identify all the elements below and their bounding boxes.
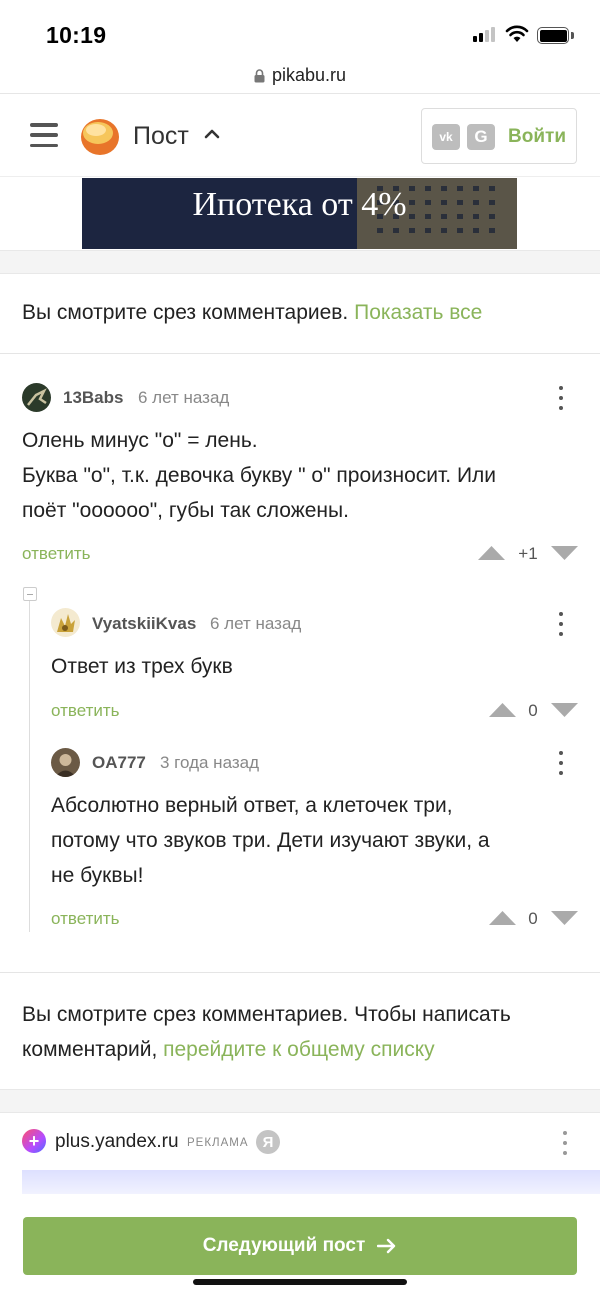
home-indicator[interactable] xyxy=(193,1279,407,1285)
comment-text: Абсолютно верный ответ, а клеточек три, … xyxy=(51,788,581,893)
reply-button[interactable]: ответить xyxy=(51,909,120,929)
comment-line: не буквы! xyxy=(51,864,144,887)
comment-score: 0 xyxy=(528,701,538,720)
more-vertical-icon[interactable] xyxy=(558,386,564,410)
slice-notice-bottom: Вы смотрите срез комментариев. Чтобы нап… xyxy=(22,997,582,1067)
arrow-right-icon xyxy=(377,1238,396,1254)
wifi-icon xyxy=(505,25,529,42)
vk-icon[interactable]: vk xyxy=(432,124,460,150)
slice-notice-line: Вы смотрите срез комментариев. Чтобы нап… xyxy=(22,1003,511,1026)
slice-notice-top: Вы смотрите срез комментариев. Показать … xyxy=(22,295,482,330)
status-time: 10:19 xyxy=(46,22,107,48)
go-to-all-comments-link[interactable]: перейдите к общему списку xyxy=(163,1038,435,1061)
divider xyxy=(0,972,600,973)
next-post-label: Следующий пост xyxy=(202,1235,366,1256)
reply-button[interactable]: ответить xyxy=(51,701,120,721)
slice-notice-line: комментарий, перейдите к общему списку xyxy=(22,1032,582,1067)
comment-time: 6 лет назад xyxy=(210,614,302,633)
comment-line: Абсолютно верный ответ, а клеточек три, xyxy=(51,794,453,817)
more-vertical-icon[interactable] xyxy=(558,612,564,636)
ad-image-strip[interactable] xyxy=(22,1170,600,1194)
comment-text: Ответ из трех букв xyxy=(51,649,581,684)
chevron-up-icon[interactable] xyxy=(204,128,220,139)
url-text: pikabu.ru xyxy=(271,65,347,85)
page-title[interactable]: Пост xyxy=(133,122,189,151)
avatar[interactable] xyxy=(51,748,80,777)
collapse-icon[interactable] xyxy=(23,587,37,601)
comment-line: Буква "о", т.к. девочка букву " о" произ… xyxy=(22,464,497,487)
site-header: Пост vk G Войти xyxy=(0,95,600,177)
status-bar: 10:19 xyxy=(0,0,600,58)
yandex-plus-icon: + xyxy=(22,1129,46,1153)
comment-line: потому что звуков три. Дети изучают звук… xyxy=(51,829,490,852)
ad-label: РЕКЛАМА xyxy=(187,1137,249,1149)
google-icon[interactable]: G xyxy=(467,124,495,150)
thread-line[interactable] xyxy=(29,594,30,932)
next-post-button[interactable]: Следующий пост xyxy=(23,1217,577,1275)
slice-notice-text: комментарий, xyxy=(22,1038,164,1061)
comment-line: поёт "оооооо", губы так сложены. xyxy=(22,499,349,522)
downvote-icon[interactable] xyxy=(551,702,578,718)
pikabu-logo-icon[interactable] xyxy=(79,116,121,156)
show-all-link[interactable]: Показать все xyxy=(354,301,482,324)
yandex-icon[interactable]: Я xyxy=(256,1130,280,1154)
comment-time: 6 лет назад xyxy=(138,388,230,407)
upvote-icon[interactable] xyxy=(478,545,505,561)
comment-line: Ответ из трех букв xyxy=(51,655,233,678)
comment-line: Олень минус "о" = лень. xyxy=(22,429,258,452)
battery-tip xyxy=(571,32,574,39)
comment-text: Олень минус "о" = лень. Буква "о", т.к. … xyxy=(22,423,582,528)
comment-author[interactable]: 13Babs xyxy=(63,388,123,408)
lock-icon xyxy=(254,68,265,82)
banner-text: Ипотека от 4% xyxy=(192,186,407,223)
downvote-icon[interactable] xyxy=(551,910,578,926)
more-vertical-icon[interactable] xyxy=(562,1131,568,1155)
reply-button[interactable]: ответить xyxy=(22,544,91,564)
comment-author[interactable]: OA777 xyxy=(92,753,146,773)
comment-score: 0 xyxy=(528,909,538,928)
signal-icon xyxy=(473,27,495,42)
mortgage-ad-banner[interactable]: Ипотека от 4% xyxy=(82,178,517,249)
menu-icon[interactable] xyxy=(30,123,58,147)
login-area: vk G Войти xyxy=(421,108,577,164)
login-button[interactable]: Войти xyxy=(508,126,566,148)
comment-score: +1 xyxy=(518,544,538,563)
upvote-icon[interactable] xyxy=(489,702,516,718)
more-vertical-icon[interactable] xyxy=(558,751,564,775)
slice-notice-text: Вы смотрите срез комментариев. xyxy=(22,301,355,324)
section-separator xyxy=(0,250,600,274)
battery-icon xyxy=(537,27,569,44)
section-separator xyxy=(0,1089,600,1113)
divider xyxy=(0,353,600,354)
browser-url-bar[interactable]: pikabu.ru xyxy=(0,58,600,94)
avatar[interactable] xyxy=(22,383,51,412)
comment-time: 3 года назад xyxy=(160,753,260,772)
ad-url[interactable]: plus.yandex.ru xyxy=(55,1131,179,1153)
downvote-icon[interactable] xyxy=(551,545,578,561)
avatar[interactable] xyxy=(51,608,80,637)
upvote-icon[interactable] xyxy=(489,910,516,926)
comment-author[interactable]: VyatskiiKvas xyxy=(92,614,196,634)
